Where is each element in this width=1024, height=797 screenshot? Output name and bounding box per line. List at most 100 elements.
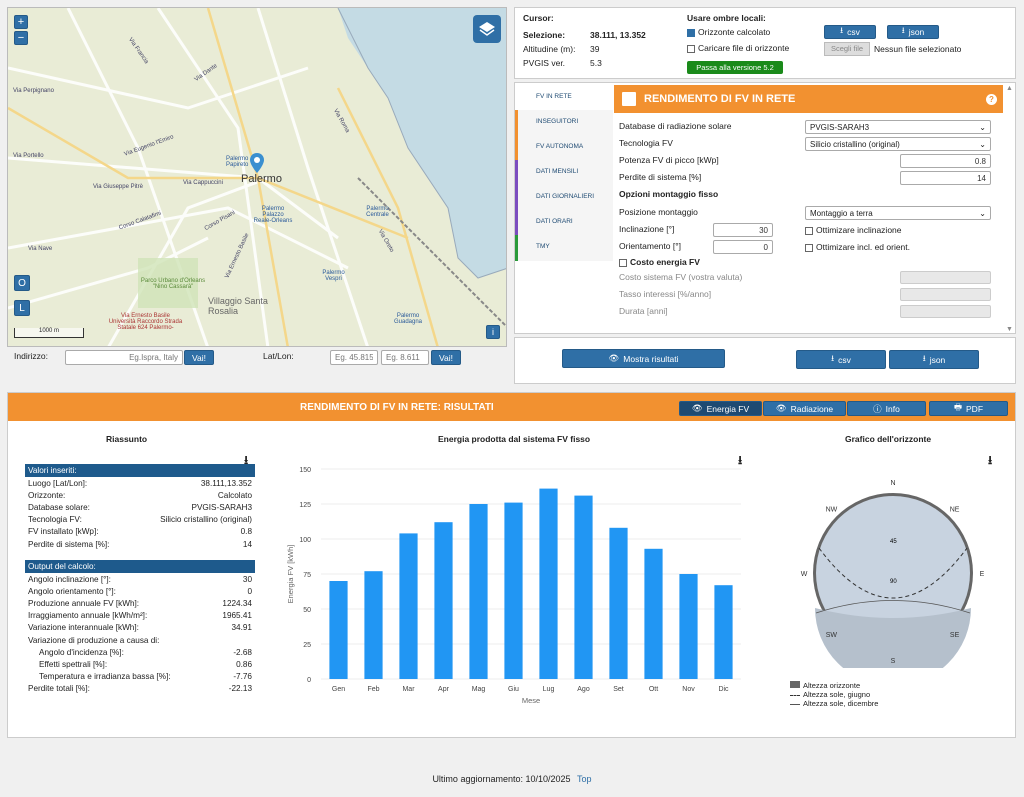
selection-label: Selezione:: [523, 30, 566, 40]
version-label: PVGIS ver.: [523, 58, 566, 68]
bar: [469, 504, 488, 679]
outputs-header: Output del calcolo:: [25, 560, 255, 574]
x-tick-label: Dic: [718, 686, 729, 693]
cursor-panel: Cursor: Selezione: 38.111, 13.352 Altitu…: [514, 7, 1016, 79]
orientation-input[interactable]: 0: [713, 240, 773, 254]
legend-june: Altezza sole, giugno: [803, 690, 871, 699]
inclination-input[interactable]: 30: [713, 223, 773, 237]
radiation-button[interactable]: 👁 Radiazione: [763, 401, 846, 416]
form-header: RENDIMENTO DI FV IN RETE ?: [614, 85, 1003, 113]
map-label: Via Giuseppe Pitrè: [93, 184, 143, 190]
compass-label: SW: [826, 632, 838, 639]
horizon-legend: Altezza orizzonte Altezza sole, giugno A…: [790, 681, 878, 708]
lat-input[interactable]: [330, 350, 378, 365]
horizon-csv-button[interactable]: ⭳ csv: [824, 25, 876, 39]
loss-row: Effetti spettrali [%]: 0.86: [39, 660, 252, 670]
latlon-go-button[interactable]: Vai!: [431, 350, 461, 365]
cost-system-label: Costo sistema FV (vostra valuta): [619, 272, 743, 282]
opt-both-checkbox[interactable]: Ottimizare incl. ed orient.: [805, 242, 910, 252]
last-updated: Ultimo aggiornamento: 10/10/2025: [432, 774, 571, 784]
download-summary-icon[interactable]: ⭳: [244, 451, 256, 467]
opt-incl-checkbox[interactable]: Ottimizare inclinazione: [805, 225, 902, 235]
tech-select[interactable]: Silicio cristallino (original) ⌄: [805, 137, 991, 151]
input-row: Database solare: PVGIS-SARAH3: [28, 502, 252, 512]
top-link[interactable]: Top: [577, 774, 592, 784]
tab-monthly[interactable]: DATI MENSILI: [515, 160, 613, 186]
address-go-button[interactable]: Vai!: [184, 350, 214, 365]
pdf-button[interactable]: 🖶 PDF: [929, 401, 1008, 416]
tab-tracking[interactable]: INSEGUITORI: [515, 110, 613, 136]
bar: [399, 533, 418, 679]
total-loss-row: Perdite totali [%]: -22.13: [28, 684, 252, 694]
power-input[interactable]: 0.8: [900, 154, 991, 168]
show-results-button[interactable]: 👁 Mostra risultati: [562, 349, 725, 368]
y-tick-label: 25: [303, 642, 311, 649]
scrollbar[interactable]: ▲ ▼: [1005, 83, 1015, 333]
calculation-panel: FV IN RETE INSEGUITORI FV AUTONOMA DATI …: [514, 82, 1016, 334]
city-label: Palermo: [241, 173, 282, 185]
zoom-in-button[interactable]: +: [14, 15, 28, 29]
input-row: Luogo [Lat/Lon]: 38.111,13.352: [28, 478, 252, 488]
shadows-label: Usare ombre locali:: [687, 13, 766, 23]
cost-checkbox[interactable]: Costo energia FV: [619, 257, 700, 267]
map-o-button[interactable]: O: [14, 275, 30, 291]
horizon-upload-checkbox[interactable]: Caricare file di orizzonte: [687, 43, 789, 53]
tab-off-grid[interactable]: FV AUTONOMA: [515, 135, 613, 161]
input-row: FV installato [kWp]: 0.8: [28, 527, 252, 537]
legend-horizon: Altezza orizzonte: [803, 681, 861, 690]
selection-value: 38.111, 13.352: [590, 30, 646, 40]
choose-file-button[interactable]: Scegli file: [824, 42, 870, 56]
ring-45-label: 45: [890, 539, 897, 545]
form-title: RENDIMENTO DI FV IN RETE: [644, 93, 796, 105]
horizon-json-button[interactable]: ⭳ json: [887, 25, 939, 39]
horizon-calc-checkbox[interactable]: Orizzonte calcolato: [687, 27, 770, 37]
map-panel[interactable]: Via Francia Via Dante Via Perpignano Via…: [7, 7, 507, 347]
output-row: Variazione di produzione a causa di:: [28, 635, 160, 645]
tab-grid-connected[interactable]: FV IN RETE: [515, 85, 613, 111]
output-row: Angolo orientamento [°]: 0: [28, 586, 252, 596]
address-input[interactable]: [65, 350, 183, 365]
x-tick-label: Feb: [367, 686, 379, 693]
switch-version-button[interactable]: Passa alla versione 5.2: [687, 61, 783, 74]
map-l-button[interactable]: L: [14, 300, 30, 316]
cursor-title: Cursor:: [523, 13, 554, 23]
db-select[interactable]: PVGIS-SARAH3 ⌄: [805, 120, 991, 134]
zoom-out-button[interactable]: −: [14, 31, 28, 45]
power-label: Potenza FV di picco [kWp]: [619, 155, 719, 165]
y-axis-label: Energia FV [kWh]: [286, 545, 295, 604]
position-select[interactable]: Montaggio a terra ⌄: [805, 206, 991, 220]
map-info-button[interactable]: i: [486, 325, 500, 339]
version-value: 5.3: [590, 58, 602, 68]
horizon-calc-label: Orizzonte calcolato: [698, 27, 771, 37]
map-label: Via Ernesto Basile Università Raccordo S…: [108, 313, 183, 331]
map-label: Via Portello: [13, 153, 44, 159]
layers-button[interactable]: [473, 15, 501, 43]
energy-bar-chart: 0 25 50 75 100 125 150 Gen Feb Mar Apr Mag Giu Lug Ago…: [286, 467, 741, 705]
db-label: Database di radiazione solare: [619, 121, 732, 131]
energy-fv-button[interactable]: 👁 Energia FV: [679, 401, 762, 416]
location-marker-icon[interactable]: [250, 153, 264, 173]
bar: [539, 488, 558, 679]
chart-title: Energia prodotta dal sistema FV fisso: [438, 434, 591, 444]
latlon-label: Lat/Lon:: [263, 351, 294, 361]
map-label: Via Nave: [28, 246, 53, 252]
help-icon[interactable]: ?: [986, 93, 997, 105]
x-tick-label: Set: [613, 686, 624, 693]
position-label: Posizione montaggio: [619, 207, 698, 217]
tab-daily[interactable]: DATI GIORNALIERI: [515, 185, 613, 211]
tab-list: FV IN RETE INSEGUITORI FV AUTONOMA DATI …: [515, 83, 613, 333]
loss-input[interactable]: 14: [900, 171, 991, 185]
info-button[interactable]: ⓘ Info: [847, 401, 926, 416]
bar: [434, 522, 453, 679]
eye-icon: 👁: [608, 353, 620, 363]
tab-tmy[interactable]: TMY: [515, 235, 613, 261]
map-label: Via Cappuccini: [183, 180, 223, 186]
json-button[interactable]: ⭳ json: [889, 350, 979, 369]
tab-hourly[interactable]: DATI ORARI: [515, 210, 613, 236]
lon-input[interactable]: [381, 350, 429, 365]
download-horizon-icon[interactable]: ⭳: [988, 451, 1000, 467]
download-icon: ⭳: [840, 25, 844, 35]
csv-button[interactable]: ⭳ csv: [796, 350, 886, 369]
summary-title: Riassunto: [106, 434, 148, 444]
output-row: Variazione interannuale [kWh]: 34.91: [28, 623, 252, 633]
